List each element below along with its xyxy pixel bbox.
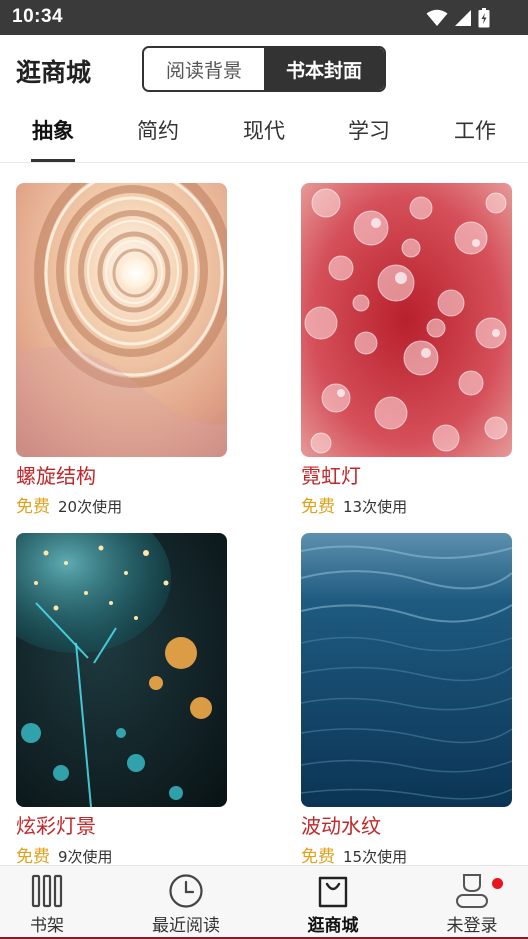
cover-meta: 免费 9次使用 — [16, 842, 227, 865]
cover-card[interactable]: 炫彩灯景 免费 9次使用 — [16, 533, 227, 865]
cover-name: 霓虹灯 — [301, 464, 361, 488]
notification-badge — [492, 878, 503, 889]
tab-minimal[interactable]: 简约 — [118, 115, 198, 145]
shopping-bag-icon — [317, 872, 349, 910]
cover-meta: 免费 20次使用 — [16, 492, 227, 517]
cover-card[interactable]: 霓虹灯 免费 13次使用 — [301, 183, 512, 517]
tab-modern[interactable]: 现代 — [224, 115, 304, 145]
cover-price: 免费 — [16, 497, 50, 517]
tab-abstract[interactable]: 抽象 — [13, 115, 93, 145]
cover-usage: 13次使用 — [343, 498, 408, 516]
tab-study[interactable]: 学习 — [329, 115, 409, 145]
nav-mall[interactable]: 逛商城 — [293, 866, 373, 938]
cover-price: 免费 — [16, 847, 50, 865]
cell-signal-icon — [455, 10, 471, 26]
status-icons — [426, 7, 490, 29]
page-title: 逛商城 — [16, 58, 92, 87]
cover-image-spiral[interactable] — [16, 183, 227, 457]
cover-meta: 免费 13次使用 — [301, 492, 512, 517]
cover-card[interactable]: 螺旋结构 免费 20次使用 — [16, 183, 227, 517]
cover-image-water-waves[interactable] — [301, 533, 512, 807]
segment-reading-background[interactable]: 阅读背景 — [144, 48, 264, 90]
clock-icon — [168, 872, 204, 910]
cover-price: 免费 — [301, 847, 335, 865]
nav-label: 最近阅读 — [152, 916, 220, 936]
segment-book-cover[interactable]: 书本封面 — [264, 48, 384, 90]
nav-label: 逛商城 — [307, 916, 359, 936]
cover-usage: 15次使用 — [343, 848, 408, 865]
status-bar: 10:34 — [0, 0, 528, 35]
tab-work[interactable]: 工作 — [435, 115, 515, 145]
nav-label: 书架 — [30, 916, 64, 936]
cover-name: 螺旋结构 — [16, 464, 96, 488]
cover-grid: 螺旋结构 免费 20次使用 霓虹灯 免费 13次使用 炫彩灯景 免费 9次使用 … — [0, 165, 528, 865]
nav-label: 未登录 — [446, 916, 498, 936]
user-icon — [455, 872, 503, 910]
segmented-control: 阅读背景 书本封面 — [142, 46, 386, 92]
cover-usage: 20次使用 — [58, 498, 123, 516]
nav-bookshelf[interactable]: 书架 — [7, 866, 87, 938]
cover-name: 波动水纹 — [301, 814, 381, 838]
status-time: 10:34 — [12, 6, 64, 27]
cover-image-colorful-lights[interactable] — [16, 533, 227, 807]
cover-meta: 免费 15次使用 — [301, 842, 512, 865]
cover-card[interactable]: 波动水纹 免费 15次使用 — [301, 533, 512, 865]
cover-name: 炫彩灯景 — [16, 814, 96, 838]
category-tabs: 抽象 简约 现代 学习 工作 — [0, 105, 528, 163]
bottom-nav: 书架 最近阅读 逛商城 未登录 — [0, 865, 528, 939]
wifi-icon — [426, 9, 448, 26]
bookshelf-icon — [31, 872, 63, 910]
header: 逛商城 阅读背景 书本封面 — [0, 35, 528, 105]
battery-icon — [478, 8, 490, 28]
cover-price: 免费 — [301, 497, 335, 517]
cover-usage: 9次使用 — [58, 848, 113, 865]
cover-image-neon[interactable] — [301, 183, 512, 457]
nav-recent-reading[interactable]: 最近阅读 — [136, 866, 236, 938]
nav-account[interactable]: 未登录 — [436, 866, 508, 938]
tab-indicator — [31, 159, 75, 162]
